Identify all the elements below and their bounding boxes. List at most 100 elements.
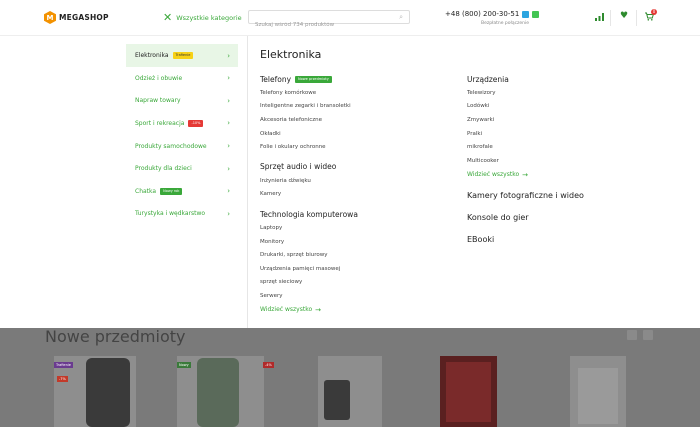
hit-badge: Trafienie <box>172 52 194 59</box>
subcategory-link[interactable]: Urządzenia pamięci masowej <box>260 262 358 276</box>
phone-subtitle: Bezpłatne połączenie <box>481 21 530 26</box>
see-all-link[interactable]: Widzieć wszystko → <box>260 303 358 317</box>
subcategory-link[interactable]: Folie i okulary ochronne <box>260 140 358 154</box>
section-heading-cameras[interactable]: Kamery fotograficzne i wideo <box>467 189 584 203</box>
subcategory-link[interactable]: Monitory <box>260 235 358 249</box>
subcategory-link[interactable]: Inteligentne zegarki i bransoletki <box>260 100 358 114</box>
phone-number[interactable]: +48 (800) 200-30-51 <box>445 10 540 18</box>
heart-icon[interactable]: ♥ <box>620 11 628 21</box>
subcategory-link[interactable]: Laptopy <box>260 221 358 235</box>
compare-icon[interactable] <box>595 13 604 24</box>
subcategory-link[interactable]: Drukarki, sprzęt biurowy <box>260 248 358 262</box>
header: M MEGASHOP ✕ Wszystkie kategorie ⌕ +48 (… <box>0 0 700 36</box>
section-heading-label: Telefony <box>260 74 292 84</box>
subcategory-link[interactable]: Lodówki <box>467 100 584 114</box>
see-all-label: Widzieć wszystko <box>260 306 313 314</box>
section-heading-ebooks[interactable]: EBooki <box>467 233 584 247</box>
sidebar-item-label: Odzież i obuwie <box>135 74 183 82</box>
section-heading-devices[interactable]: Urządzenia <box>467 72 584 86</box>
discount-badge: -10% <box>188 119 204 127</box>
section-heading-audio[interactable]: Sprzęt audio i wideo <box>260 160 358 174</box>
telegram-icon[interactable] <box>522 10 530 18</box>
subcategory-column-1: Telefony Nowe przedmioty Telefony komórk… <box>260 72 358 317</box>
carousel-next-button[interactable] <box>643 330 653 340</box>
product-image <box>446 362 491 422</box>
sidebar-item-chatka[interactable]: Chatka Nowy rok › <box>126 180 238 203</box>
sidebar-item-napraw[interactable]: Napraw towary › <box>126 90 238 113</box>
divider <box>636 10 637 26</box>
sidebar-item-label: Produkty samochodowe <box>135 142 207 150</box>
product-image <box>324 380 350 420</box>
section-heading-telefony[interactable]: Telefony Nowe przedmioty <box>260 72 358 86</box>
discount-badge: -7% <box>57 376 68 382</box>
discount-badge: -4% <box>263 362 274 368</box>
subcategory-link[interactable]: mikrofale <box>467 140 584 154</box>
logo[interactable]: M MEGASHOP <box>44 11 109 24</box>
sidebar-item-label: Napraw towary <box>135 97 181 105</box>
search-icon[interactable]: ⌕ <box>399 13 403 22</box>
subcategory-link[interactable]: sprzęt sieciowy <box>260 276 358 290</box>
all-categories-button[interactable]: ✕ Wszystkie kategorie <box>163 12 242 23</box>
product-badge: Trafienie <box>54 362 73 368</box>
sidebar-item-label: Produkty dla dzieci <box>135 165 192 173</box>
product-card[interactable] <box>318 356 382 427</box>
all-categories-label: Wszystkie kategorie <box>176 13 242 22</box>
chevron-right-icon: › <box>227 51 230 60</box>
product-card[interactable]: Trafienie -7% <box>54 356 136 427</box>
sidebar-item-label: Chatka <box>135 187 157 195</box>
cart-count-badge: 0 <box>651 9 657 15</box>
logo-text: MEGASHOP <box>59 13 109 22</box>
sidebar-item-label: Turystyka i wędkarstwo <box>135 210 206 218</box>
product-badge: Nowy <box>177 362 191 368</box>
whatsapp-icon[interactable] <box>532 10 540 18</box>
chevron-right-icon: › <box>227 119 230 128</box>
see-all-label: Widzieć wszystko <box>467 171 520 179</box>
category-sidebar: Elektronika Trafienie › Odzież i obuwie … <box>126 44 238 225</box>
product-image <box>197 358 239 427</box>
sidebar-item-label: Sport i rekreacja <box>135 119 185 127</box>
sidebar-item-odziez[interactable]: Odzież i obuwie › <box>126 67 238 90</box>
sidebar-item-samochodowe[interactable]: Produkty samochodowe › <box>126 135 238 158</box>
divider <box>247 36 248 328</box>
arrow-right-icon: → <box>315 305 322 314</box>
divider <box>610 10 611 26</box>
chevron-right-icon: › <box>227 187 230 196</box>
sidebar-item-elektronika[interactable]: Elektronika Trafienie › <box>126 44 238 67</box>
sidebar-item-sport[interactable]: Sport i rekreacja -10% › <box>126 112 238 135</box>
subcategory-link[interactable]: Pralki <box>467 127 584 141</box>
section-heading-consoles[interactable]: Konsole do gier <box>467 211 584 225</box>
sidebar-item-turystyka[interactable]: Turystyka i wędkarstwo › <box>126 203 238 226</box>
product-card[interactable]: Nowy -4% <box>177 356 274 427</box>
carousel-prev-button[interactable] <box>627 330 637 340</box>
section-title-new-items: Nowe przedmioty <box>45 327 186 346</box>
new-year-badge: Nowy rok <box>160 187 183 195</box>
product-card[interactable] <box>570 356 626 427</box>
category-title: Elektronika <box>260 48 322 61</box>
subcategory-link[interactable]: Inżynieria dźwięku <box>260 174 358 188</box>
search-box: ⌕ <box>248 10 410 31</box>
subcategory-link[interactable]: Okładki <box>260 127 358 141</box>
new-items-badge: Nowe przedmioty <box>295 75 332 83</box>
chevron-right-icon: › <box>227 164 230 173</box>
subcategory-link[interactable]: Akcesoria telefoniczne <box>260 113 358 127</box>
logo-mark-icon: M <box>44 11 56 24</box>
sidebar-item-dzieci[interactable]: Produkty dla dzieci › <box>126 157 238 180</box>
section-heading-computers[interactable]: Technologia komputerowa <box>260 207 358 221</box>
subcategory-link[interactable]: Multicooker <box>467 154 584 168</box>
subcategory-link[interactable]: Zmywarki <box>467 113 584 127</box>
subcategory-link[interactable]: Serwery <box>260 289 358 303</box>
chevron-right-icon: › <box>227 96 230 105</box>
subcategory-link[interactable]: Telefony komórkowe <box>260 86 358 100</box>
category-dropdown: Elektronika Trafienie › Odzież i obuwie … <box>0 36 700 328</box>
product-card[interactable] <box>440 356 497 427</box>
product-image <box>578 368 618 424</box>
subcategory-link[interactable]: Telewizory <box>467 86 584 100</box>
chevron-right-icon: › <box>227 209 230 218</box>
see-all-link[interactable]: Widzieć wszystko → <box>467 168 584 182</box>
arrow-right-icon: → <box>522 170 529 179</box>
chevron-right-icon: › <box>227 142 230 151</box>
search-input[interactable] <box>249 19 389 31</box>
close-icon: ✕ <box>163 11 173 24</box>
phone-number-text: +48 (800) 200-30-51 <box>445 10 520 18</box>
subcategory-link[interactable]: Kamery <box>260 188 358 202</box>
